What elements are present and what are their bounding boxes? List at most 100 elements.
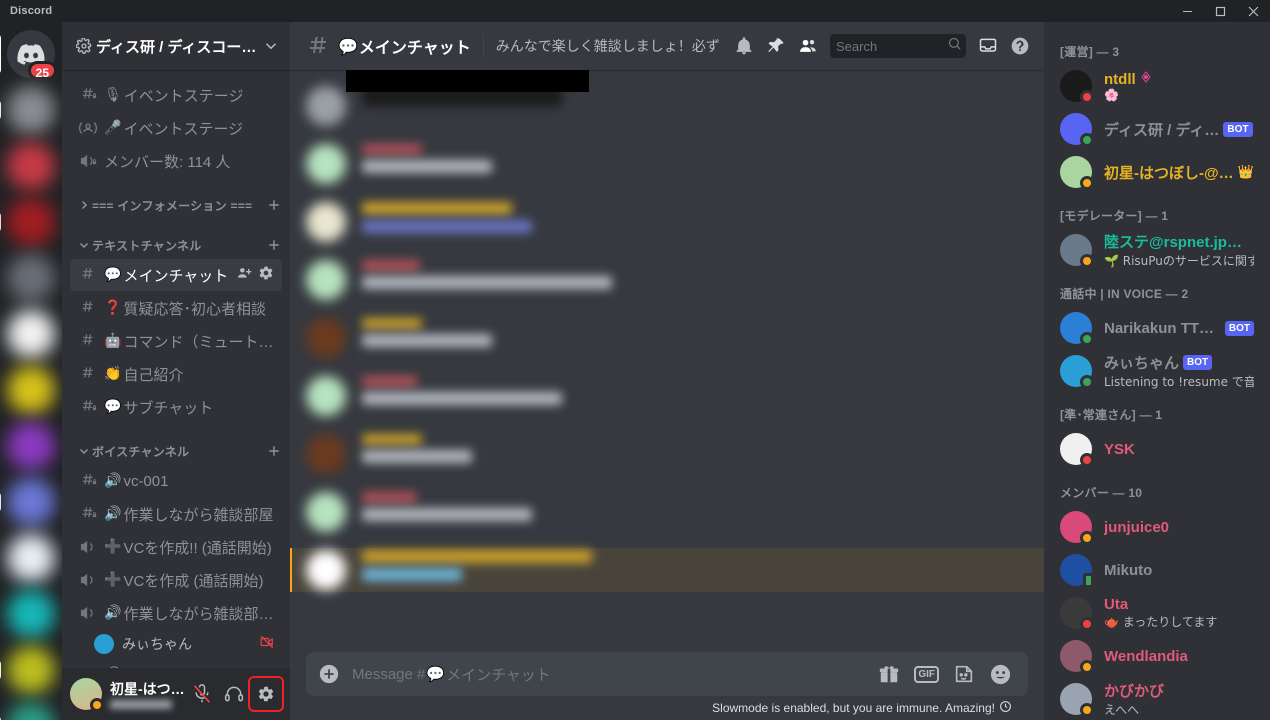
member-row[interactable]: 初星-はつぼし-@… 👑 — [1052, 151, 1262, 193]
upload-attachment-button[interactable] — [306, 652, 352, 696]
message-row[interactable] — [290, 258, 1044, 302]
message-row[interactable] — [290, 490, 1044, 534]
gif-icon[interactable]: GIF — [914, 665, 939, 683]
server-rail[interactable]: 25 — [0, 22, 62, 720]
channel-item-自己紹介[interactable]: 👏 自己紹介 — [70, 358, 282, 390]
create-channel-plus-icon[interactable] — [266, 443, 282, 459]
channel-item-vc-001[interactable]: 🔊 vc-001 — [70, 465, 282, 497]
member-row[interactable]: かびかび えへへ — [1052, 678, 1262, 720]
message-list[interactable] — [290, 70, 1044, 652]
member-list-icon[interactable] — [792, 30, 824, 62]
search-box[interactable] — [830, 34, 966, 58]
sticker-icon[interactable] — [953, 663, 975, 685]
avatar[interactable] — [306, 202, 346, 242]
channel-item-メンバー数: 114 人[interactable]: メンバー数: 114 人 — [70, 145, 282, 177]
channel-category[interactable]: === インフォメーション === — [78, 193, 282, 217]
maximize-button[interactable] — [1204, 0, 1237, 22]
avatar[interactable] — [306, 86, 346, 126]
channel-item-メインチャット[interactable]: 💬 メインチャット — [70, 259, 282, 291]
member-row[interactable]: Mikuto — [1052, 549, 1262, 591]
message-row[interactable] — [290, 374, 1044, 418]
minimize-button[interactable] — [1171, 0, 1204, 22]
member-row[interactable]: Wendlandia — [1052, 635, 1262, 677]
channel-item-VC-001[interactable]: 🔊VC-001 — [70, 659, 282, 669]
message-row[interactable] — [290, 142, 1044, 186]
message-row[interactable] — [290, 316, 1044, 360]
help-icon[interactable] — [1004, 30, 1036, 62]
message-row[interactable] — [290, 432, 1044, 476]
member-row[interactable]: YSK — [1052, 428, 1262, 470]
server-icon[interactable] — [0, 646, 55, 694]
voice-channel-user[interactable]: みぃちゃん — [86, 630, 282, 658]
server-icon[interactable] — [0, 478, 55, 526]
search-input[interactable] — [836, 38, 947, 54]
member-name-row: Wendlandia — [1104, 648, 1254, 665]
gift-icon[interactable] — [878, 663, 900, 685]
gear-icon[interactable] — [258, 265, 274, 285]
server-icon-home[interactable]: 25 — [0, 30, 57, 80]
channel-item-作業しながら雑談部…[interactable]: 🔊 作業しながら雑談部… — [70, 597, 282, 629]
avatar[interactable] — [306, 434, 346, 474]
message-text-redacted — [362, 450, 472, 463]
message-input-placeholder[interactable]: Message # 💬 メインチャット — [352, 664, 878, 685]
inbox-icon[interactable] — [972, 30, 1004, 62]
channel-label: メンバー数: 114 人 — [104, 153, 231, 171]
channel-item-サブチャット[interactable]: 💬 サブチャット — [70, 391, 282, 423]
message-input-box[interactable]: Message # 💬 メインチャット GIF — [306, 652, 1028, 696]
avatar[interactable] — [306, 550, 346, 590]
close-button[interactable] — [1237, 0, 1270, 22]
channel-category[interactable]: ボイスチャンネル — [78, 439, 282, 463]
member-group-header: [準･常連さん] — 1 — [1060, 408, 1163, 422]
channel-item-VCを作成!! (通話開始)[interactable]: ➕ VCを作成!! (通話開始) — [70, 531, 282, 563]
server-icon[interactable] — [7, 422, 55, 470]
message-row[interactable] — [290, 200, 1044, 244]
message-row[interactable] — [290, 548, 1044, 592]
member-row[interactable]: ディス研 / ディ… BOT — [1052, 108, 1262, 150]
avatar[interactable] — [306, 376, 346, 416]
server-icon[interactable] — [7, 142, 55, 190]
member-row[interactable]: Narikakun TTS BotBOT — [1052, 307, 1262, 349]
server-icon[interactable] — [0, 702, 55, 720]
avatar[interactable] — [306, 144, 346, 184]
notifications-bell-icon[interactable] — [728, 30, 760, 62]
channel-topic[interactable]: みんなで楽しく雑談しましょ！必ずルールを守ってね！BOTのコマンドは #🤖… — [496, 36, 720, 56]
channel-item-作業しながら雑談部屋[interactable]: 🔊 作業しながら雑談部屋 — [70, 498, 282, 530]
member-row[interactable]: Uta 🫖 まったりしてます — [1052, 592, 1262, 634]
user-settings-button[interactable] — [248, 676, 284, 712]
mute-button[interactable] — [186, 678, 218, 710]
member-row[interactable]: 陸ステ@rspnet.jp代… 🌱 RisuPuのサービスに関す… — [1052, 229, 1262, 271]
channel-item-VCを作成 (通話開始)[interactable]: ➕ VCを作成 (通話開始) — [70, 564, 282, 596]
channel-item-イベントステージ[interactable]: 🎤 イベントステージ — [70, 112, 282, 144]
member-sidebar[interactable]: [運営] — 3 ntdll 🌸 ディス研 / ディ… BOT 初星-はつぼし-@… 👑 [モ… — [1044, 22, 1270, 720]
server-icon[interactable] — [0, 198, 55, 246]
server-icon[interactable] — [7, 310, 55, 358]
avatar[interactable] — [70, 678, 104, 712]
server-unread-pill — [0, 660, 1, 680]
channel-item-イベントステージ[interactable]: 🎙 イベントステージ — [70, 79, 282, 111]
member-row[interactable]: junjuice0 — [1052, 506, 1262, 548]
deafen-button[interactable] — [218, 678, 250, 710]
guild-header[interactable]: ディス研 / ディスコー… — [62, 22, 290, 70]
avatar[interactable] — [306, 318, 346, 358]
server-icon[interactable] — [7, 534, 55, 582]
add-member-icon[interactable] — [236, 265, 252, 285]
avatar[interactable] — [306, 492, 346, 532]
server-icon[interactable] — [7, 366, 55, 414]
avatar — [94, 634, 114, 654]
channel-item-質疑応答･初心者相談[interactable]: ❓ 質疑応答･初心者相談 — [70, 292, 282, 324]
pinned-messages-icon[interactable] — [760, 30, 792, 62]
create-channel-plus-icon[interactable] — [266, 197, 282, 213]
emoji-icon[interactable] — [989, 663, 1012, 686]
channel-item-コマンド（ミュート…[interactable]: 🤖 コマンド（ミュート… — [70, 325, 282, 357]
speaker-icon — [78, 570, 98, 590]
channel-category[interactable]: テキストチャンネル — [78, 233, 282, 257]
member-row[interactable]: ntdll 🌸 — [1052, 65, 1262, 107]
member-row[interactable]: みぃちゃんBOT Listening to !resume で音楽再… — [1052, 350, 1262, 392]
server-icon[interactable] — [7, 254, 55, 302]
server-icon[interactable] — [0, 86, 55, 134]
avatar[interactable] — [306, 260, 346, 300]
server-icon[interactable] — [7, 590, 55, 638]
redaction-bar — [346, 70, 589, 92]
create-channel-plus-icon[interactable] — [266, 237, 282, 253]
user-identity[interactable]: 初星-はつ… — [110, 680, 186, 709]
